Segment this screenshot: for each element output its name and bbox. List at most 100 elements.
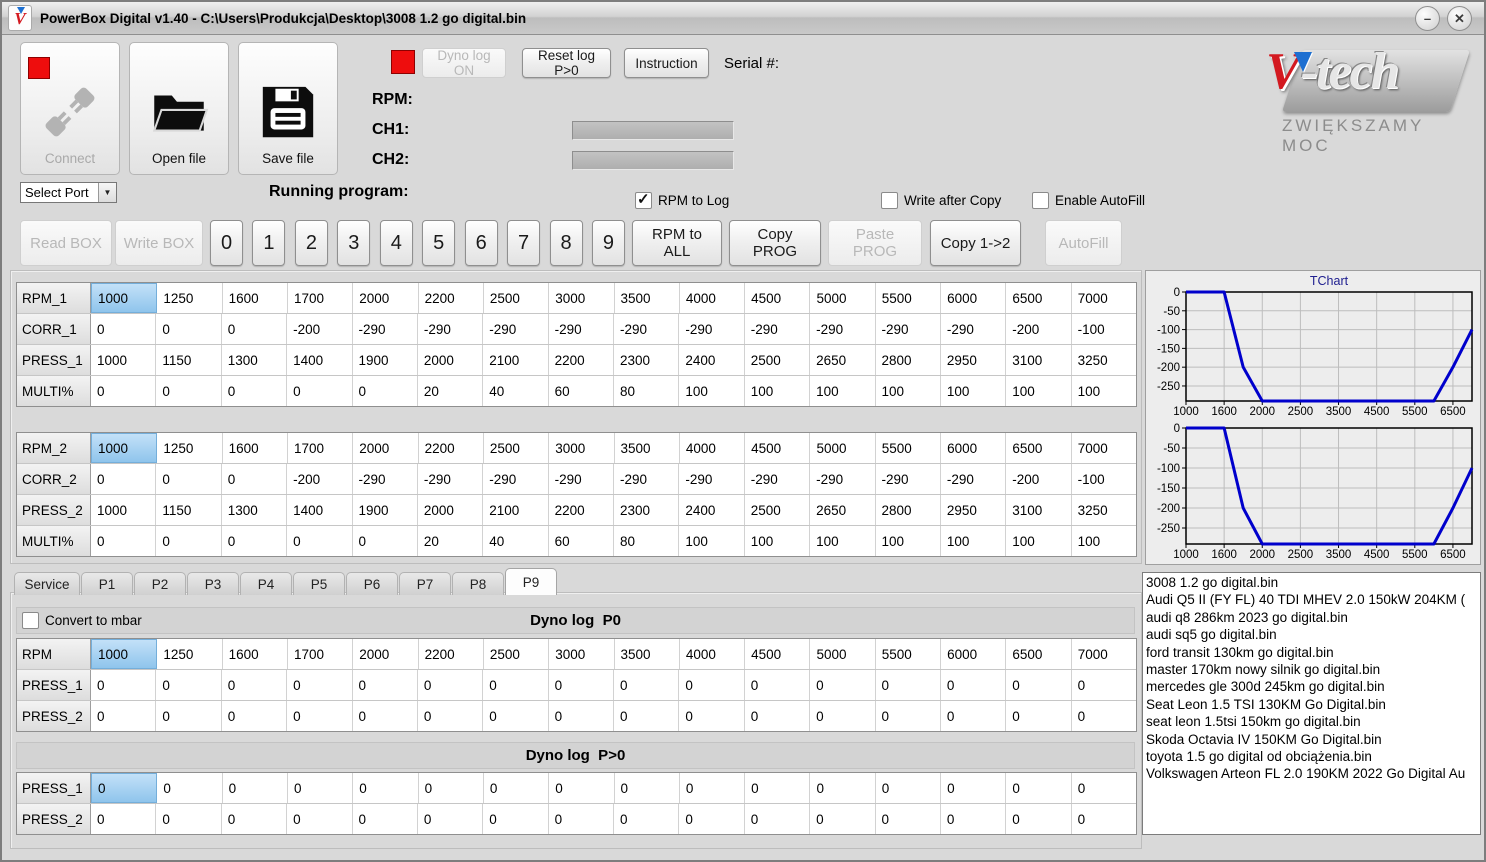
table-cell[interactable]: 100	[679, 526, 745, 556]
program-button-4[interactable]: 4	[379, 220, 413, 266]
table-cell[interactable]: 0	[287, 804, 353, 834]
table-cell[interactable]: 2100	[483, 495, 549, 525]
write-box-button[interactable]: Write BOX	[115, 220, 203, 266]
program-button-9[interactable]: 9	[591, 220, 625, 266]
file-list-item[interactable]: Skoda Octavia IV 150KM Go Digital.bin	[1143, 731, 1480, 748]
table-cell[interactable]: -290	[352, 464, 418, 494]
table-cell[interactable]: 2200	[418, 639, 484, 669]
file-list-item[interactable]: toyota 1.5 go digital od obciążenia.bin	[1143, 748, 1480, 765]
table-cell[interactable]: 0	[91, 314, 157, 344]
table-cell[interactable]: 0	[810, 773, 876, 803]
table-cell[interactable]: 4000	[679, 433, 746, 463]
table-cell[interactable]: 5000	[810, 639, 876, 669]
table-cell[interactable]: 0	[156, 804, 222, 834]
checkbox-box[interactable]	[635, 190, 652, 209]
table-cell[interactable]: 0	[287, 670, 353, 700]
table-cell[interactable]: 0	[1006, 773, 1072, 803]
table-cell[interactable]: 0	[91, 804, 157, 834]
table-cell[interactable]: 0	[810, 670, 876, 700]
table-cell[interactable]: 100	[875, 376, 941, 406]
table-cell[interactable]: 3000	[549, 283, 615, 313]
tab-p6[interactable]: P6	[346, 572, 398, 595]
table-cell[interactable]: 1000	[91, 495, 157, 525]
file-list-item[interactable]: seat leon 1.5tsi 150km go digital.bin	[1143, 713, 1480, 730]
table-cell[interactable]: 80	[614, 526, 680, 556]
table-cell[interactable]: 7000	[1071, 433, 1136, 463]
table-cell[interactable]: 0	[549, 773, 615, 803]
checkbox-box[interactable]	[881, 192, 898, 209]
table-cell[interactable]: 0	[744, 804, 811, 834]
table-cell[interactable]: 0	[352, 526, 418, 556]
table-cell[interactable]: 0	[352, 376, 418, 406]
table-cell[interactable]: 0	[418, 773, 484, 803]
table-cell[interactable]: 1700	[287, 283, 354, 313]
table-cell[interactable]: -290	[875, 314, 941, 344]
reset-log-button[interactable]: Reset log P>0	[522, 48, 611, 78]
table-cell[interactable]: 0	[91, 526, 157, 556]
table-cell[interactable]: 0	[744, 670, 811, 700]
table-cell[interactable]: -100	[1071, 464, 1136, 494]
table-cell[interactable]: 1600	[222, 639, 288, 669]
table-cell[interactable]: 3250	[1071, 345, 1136, 375]
table-cell[interactable]: 3000	[549, 433, 615, 463]
dyno-log-on-button[interactable]: Dyno log ON	[422, 48, 506, 78]
table-cell[interactable]: -200	[1006, 314, 1072, 344]
table-cell[interactable]: 0	[548, 701, 614, 731]
table-cell[interactable]: -290	[940, 464, 1007, 494]
table-cell[interactable]: 100	[810, 526, 876, 556]
table-cell[interactable]: 3500	[614, 433, 680, 463]
file-list-item[interactable]: mercedes gle 300d 245km go digital.bin	[1143, 678, 1480, 695]
table-cell[interactable]: 6500	[1006, 433, 1072, 463]
table-cell[interactable]: 2200	[418, 283, 484, 313]
table-cell[interactable]: 0	[157, 773, 223, 803]
table-cell[interactable]: 0	[156, 670, 222, 700]
table-cell[interactable]: 4000	[679, 283, 746, 313]
table-cell[interactable]: 1250	[157, 283, 223, 313]
table-cell[interactable]: 2200	[418, 433, 484, 463]
table-cell[interactable]: 3500	[614, 283, 680, 313]
table-cell[interactable]: 0	[548, 804, 614, 834]
table-cell[interactable]: 0	[940, 804, 1007, 834]
table-cell[interactable]: 100	[940, 526, 1007, 556]
table-cell[interactable]: 1700	[287, 433, 354, 463]
table-cell[interactable]: 0	[875, 773, 942, 803]
table-cell[interactable]: 0	[221, 526, 288, 556]
table-cell[interactable]: 2500	[483, 283, 550, 313]
read-box-button[interactable]: Read BOX	[20, 220, 112, 266]
table-cell[interactable]: 80	[614, 376, 680, 406]
table-cell[interactable]: 0	[287, 701, 353, 731]
table-cell[interactable]: 0	[352, 670, 418, 700]
paste-prog-button[interactable]: Paste PROG	[828, 220, 922, 266]
table-cell[interactable]: 4500	[745, 639, 811, 669]
autofill-button[interactable]: AutoFill	[1045, 220, 1122, 266]
program-button-2[interactable]: 2	[294, 220, 328, 266]
table-cell[interactable]: 0	[940, 670, 1007, 700]
table-cell[interactable]: 1900	[352, 345, 418, 375]
file-list-item[interactable]: audi q8 286km 2023 go digital.bin	[1143, 609, 1480, 626]
table-cell[interactable]: 0	[679, 804, 745, 834]
table-cell[interactable]: 2100	[483, 345, 549, 375]
table-cell[interactable]: 1600	[222, 283, 288, 313]
table-cell[interactable]: 5000	[810, 433, 876, 463]
minimize-button[interactable]: –	[1415, 5, 1440, 31]
table-cell[interactable]: 0	[156, 376, 222, 406]
table-cell[interactable]: 3500	[614, 639, 680, 669]
table-cell[interactable]: 2200	[548, 345, 614, 375]
table-cell[interactable]: -200	[1006, 464, 1072, 494]
table-cell[interactable]: 2400	[679, 345, 745, 375]
table-cell[interactable]: 0	[483, 773, 550, 803]
table-cell[interactable]: 3000	[549, 639, 615, 669]
table-cell[interactable]: -290	[548, 314, 614, 344]
table-cell[interactable]: 1400	[287, 495, 353, 525]
table-cell[interactable]: 0	[1071, 804, 1136, 834]
table-cell[interactable]: 0	[614, 670, 680, 700]
connect-button[interactable]: Connect	[20, 42, 120, 175]
table-cell[interactable]: 1300	[221, 345, 288, 375]
table-cell[interactable]: 0	[875, 701, 941, 731]
table-cell[interactable]: 0	[91, 670, 157, 700]
table-cell[interactable]: 2000	[353, 283, 419, 313]
table-cell[interactable]: 5000	[810, 283, 876, 313]
table-cell[interactable]: -290	[679, 464, 745, 494]
table-cell[interactable]: -290	[744, 464, 811, 494]
table-cell[interactable]: 1150	[156, 495, 222, 525]
